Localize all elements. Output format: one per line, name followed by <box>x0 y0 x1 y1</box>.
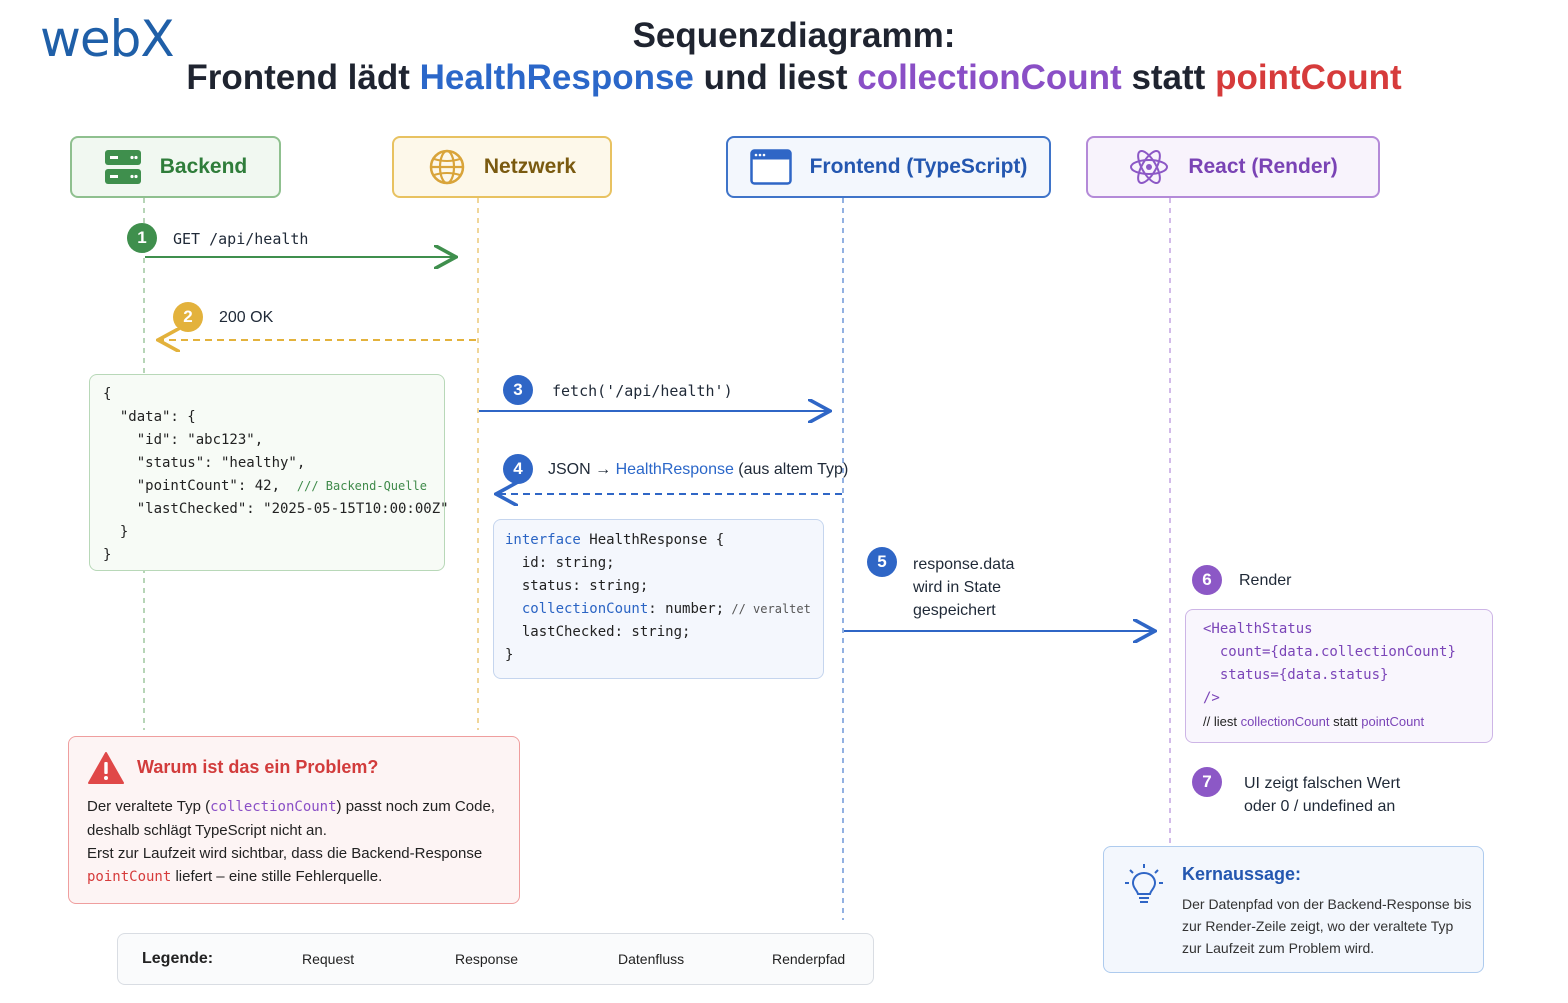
legend-title: Legende: <box>142 950 214 967</box>
step-badge-4: 4 <box>503 454 533 484</box>
actor-backend: Backend <box>70 136 281 198</box>
label-line: wird in State <box>913 579 1002 596</box>
actor-label: Netzwerk <box>483 155 577 178</box>
text-part: Der veraltete Typ ( <box>87 798 211 815</box>
step-badge-2: 2 <box>173 302 203 332</box>
key-message-text: Der Datenpfad von der Backend-Response b… <box>1182 896 1472 956</box>
code-keyword: interface <box>505 532 581 548</box>
label-line: gespeichert <box>913 602 996 619</box>
legend-item-dataflow: Datenfluss <box>618 951 685 967</box>
code-token: HealthResponse { <box>580 532 725 548</box>
code-comment: // liest <box>1203 714 1241 729</box>
actor-label: React (Render) <box>1188 155 1338 178</box>
actor-react: React (Render) <box>1086 136 1380 198</box>
browser-window-icon <box>749 149 792 185</box>
code-token: } <box>1447 644 1456 660</box>
code-line: collectionCount: number; // veraltet <box>505 598 823 621</box>
warning-icon <box>88 752 124 784</box>
text-part: Erst zur Laufzeit wird sichtbar, dass di… <box>87 845 483 862</box>
code-line: "data": { <box>103 409 196 425</box>
step-label-3: fetch('/api/health') <box>552 382 733 400</box>
code-line: { <box>103 386 112 402</box>
step-label-6: Render <box>1239 572 1292 589</box>
code-comment: // veraltet <box>724 602 811 616</box>
code-line: } <box>103 547 112 563</box>
code-line: lastChecked: string; <box>505 624 691 640</box>
code-token: "pointCount" <box>103 478 238 494</box>
text-code: collectionCount <box>210 799 337 815</box>
code-line: "status": "healthy", <box>103 455 306 471</box>
problem-title: Warum ist das ein Problem? <box>137 757 379 777</box>
code-token: collectionCount <box>505 601 649 617</box>
code-comment: /// Backend-Quelle <box>296 479 427 493</box>
code-token: status={ <box>1203 667 1288 683</box>
code-line: id: string; <box>505 555 615 571</box>
code-line: "lastChecked": "2025-05-15T10:00:00Z" <box>103 501 449 517</box>
step-label-7: UI zeigt falschen Wert oder 0 / undefine… <box>1244 772 1400 818</box>
legend-item-response: Response <box>455 951 519 967</box>
label-line: UI zeigt falschen Wert <box>1244 775 1401 792</box>
step-badge-7: 7 <box>1192 767 1222 797</box>
label-part: JSON → <box>548 461 616 478</box>
code-line: "pointCount": 42, /// Backend-Quelle <box>103 475 444 498</box>
actor-frontend: Frontend (TypeScript) <box>726 136 1051 198</box>
key-message-title: Kernaussage: <box>1182 864 1302 884</box>
legend-item-request: Request <box>302 951 355 967</box>
code-comment: statt <box>1329 714 1362 729</box>
step-label-5: response.data wird in State gespeichert <box>913 553 1014 622</box>
code-token: collectionCount <box>1240 714 1330 729</box>
code-line: } <box>505 647 514 663</box>
step-label-4: JSON → HealthResponse (aus altem Typ) <box>548 461 848 479</box>
text-part: deshalb schlägt TypeScript nicht an. <box>87 822 327 839</box>
actor-label: Frontend (TypeScript) <box>809 155 1028 178</box>
step-badge-5: 5 <box>867 547 897 577</box>
code-line: // liest collectionCount statt pointCoun… <box>1203 710 1492 733</box>
code-token: count={ <box>1203 644 1279 660</box>
problem-text: Der veraltete Typ (collectionCount) pass… <box>87 795 507 889</box>
code-line: interface HealthResponse { <box>505 529 823 552</box>
interface-box: interface HealthResponse { id: string; s… <box>493 519 824 679</box>
react-atom-icon <box>1130 150 1169 184</box>
step-badge-1: 1 <box>127 223 157 253</box>
label-part: HealthResponse <box>615 461 734 478</box>
lightbulb-icon <box>1125 864 1163 903</box>
step-badge-6: 6 <box>1192 565 1222 595</box>
code-line: <HealthStatus <box>1203 621 1313 637</box>
key-message-box: Kernaussage: Der Datenpfad von der Backe… <box>1103 846 1484 973</box>
step-label-1: GET /api/health <box>173 230 309 248</box>
text-part: liefert – eine stille Fehlerquelle. <box>171 868 383 885</box>
text-code: pointCount <box>87 869 172 885</box>
code-line: status: string; <box>505 578 649 594</box>
step-badge-3: 3 <box>503 375 533 405</box>
code-token: : 42, <box>237 478 297 494</box>
code-line: "id": "abc123", <box>103 432 264 448</box>
server-icon <box>104 150 141 184</box>
legend: Legende: Request Response Datenfluss Ren… <box>117 933 874 985</box>
actor-network: Netzwerk <box>392 136 612 198</box>
globe-icon <box>429 149 465 185</box>
code-token: } <box>1380 667 1389 683</box>
code-token: data.collectionCount <box>1278 644 1448 660</box>
text-part: ) passt noch zum Code, <box>336 798 495 815</box>
code-line: status={data.status} <box>1203 664 1492 687</box>
code-line: } <box>103 524 129 540</box>
code-line: /> <box>1203 690 1220 706</box>
code-token: data.status <box>1287 667 1381 683</box>
code-token: pointCount <box>1361 714 1425 729</box>
problem-box: Warum ist das ein Problem? Der veraltete… <box>68 736 520 904</box>
code-token: : number; <box>648 601 725 617</box>
code-line: count={data.collectionCount} <box>1203 641 1492 664</box>
json-response-box: { "data": { "id": "abc123", "status": "h… <box>89 374 449 571</box>
label-part: (aus altem Typ) <box>733 461 849 478</box>
label-line: response.data <box>913 556 1015 573</box>
label-line: oder 0 / undefined an <box>1244 798 1396 815</box>
legend-item-render: Renderpfad <box>772 951 846 967</box>
step-label-2: 200 OK <box>219 309 274 326</box>
actor-label: Backend <box>159 155 248 178</box>
render-code-box: <HealthStatus count={data.collectionCoun… <box>1185 609 1493 743</box>
